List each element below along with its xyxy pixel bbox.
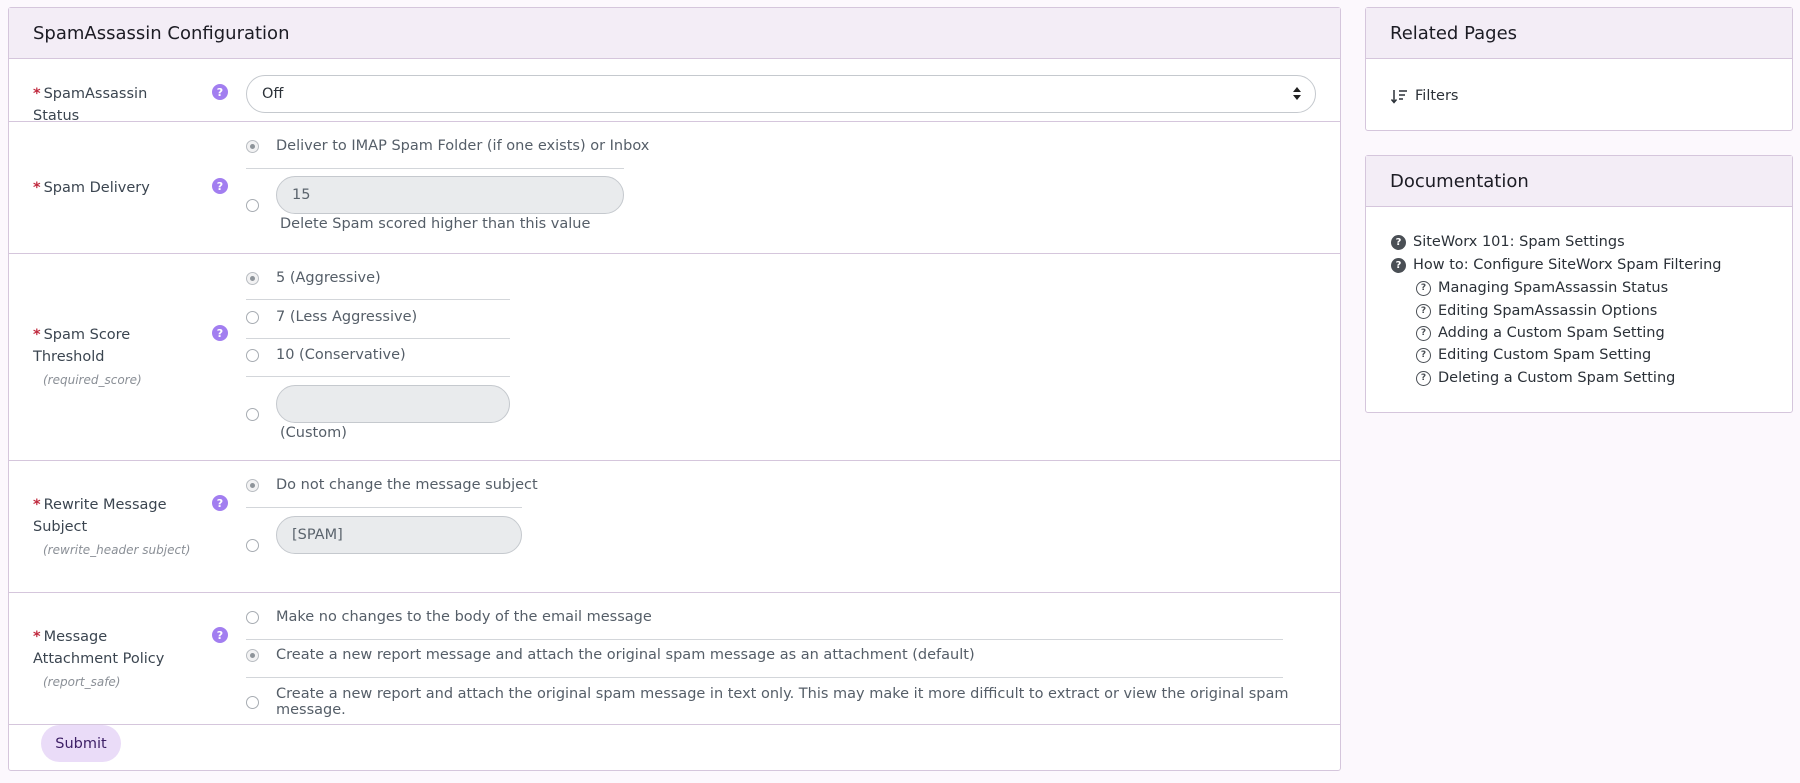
spam-score-row: * Spam Score Threshold (required_score) ? … xyxy=(9,254,1340,461)
related-pages-panel: Related Pages Filters xyxy=(1365,7,1793,131)
delivery-option-deliver-text: Deliver to IMAP Spam Folder (if one exis… xyxy=(276,138,650,154)
filters-link-text: Filters xyxy=(1415,88,1459,104)
radio-button[interactable] xyxy=(246,695,259,709)
spam-delivery-row: * Spam Delivery ? Deliver to IMAP Spam Fo… xyxy=(9,122,1340,254)
related-pages-title: Related Pages xyxy=(1366,8,1792,59)
attachment-option-text: Make no changes to the body of the email… xyxy=(276,609,652,625)
status-select[interactable]: Off xyxy=(246,75,1316,113)
sort-icon xyxy=(1391,89,1407,104)
rewrite-option-no-change[interactable]: Do not change the message subject xyxy=(246,477,538,493)
attachment-policy-row: * Message Attachment Policy (report_safe) … xyxy=(9,593,1340,725)
radio-button[interactable] xyxy=(246,139,259,153)
submit-button[interactable]: Submit xyxy=(41,725,121,762)
doc-sub-link-text: Adding a Custom Spam Setting xyxy=(1438,325,1665,341)
score-option-custom[interactable] xyxy=(246,408,259,421)
option-divider xyxy=(246,677,1283,678)
attachment-policy-label: * Message Attachment Policy (report_safe) xyxy=(33,626,193,691)
option-divider xyxy=(246,507,522,508)
option-divider xyxy=(246,639,1283,640)
attachment-option-no-change[interactable]: Make no changes to the body of the email… xyxy=(246,609,652,625)
attachment-option-text: Create a new report message and attach t… xyxy=(276,647,975,663)
question-circle-outline-icon: ? xyxy=(1416,325,1431,341)
delete-caption: Delete Spam scored higher than this valu… xyxy=(280,216,591,232)
score-option-text: 7 (Less Aggressive) xyxy=(276,309,418,325)
subject-prefix-input[interactable]: [SPAM] xyxy=(276,516,522,554)
doc-sub-link-text: Managing SpamAssassin Status xyxy=(1438,280,1669,296)
question-circle-icon: ? xyxy=(1391,234,1406,250)
attachment-option-report-attach[interactable]: Create a new report message and attach t… xyxy=(246,647,975,663)
rewrite-subject-label-text: Rewrite Message Subject xyxy=(33,497,167,535)
help-icon[interactable]: ? xyxy=(212,627,228,643)
attachment-policy-hint: (report_safe) xyxy=(43,675,121,689)
doc-link-text: How to: Configure SiteWorx Spam Filterin… xyxy=(1413,257,1722,273)
status-label: * SpamAssassin Status xyxy=(33,86,148,124)
panel-title: SpamAssassin Configuration xyxy=(9,8,1340,59)
doc-sub-link[interactable]: ? Adding a Custom Spam Setting xyxy=(1416,325,1665,341)
doc-sub-link[interactable]: ? Managing SpamAssassin Status xyxy=(1416,280,1668,296)
doc-sub-link-text: Deleting a Custom Spam Setting xyxy=(1438,370,1676,386)
status-select-value: Off xyxy=(262,86,284,102)
doc-sub-link-text: Editing SpamAssassin Options xyxy=(1438,303,1658,319)
score-option-aggressive[interactable]: 5 (Aggressive) xyxy=(246,270,381,286)
option-divider xyxy=(246,376,510,377)
radio-button[interactable] xyxy=(246,408,259,421)
question-circle-outline-icon: ? xyxy=(1416,280,1431,296)
help-icon[interactable]: ? xyxy=(212,84,228,100)
help-icon[interactable]: ? xyxy=(212,178,228,194)
select-caret-icon xyxy=(1293,87,1301,101)
rewrite-subject-row: * Rewrite Message Subject (rewrite_header … xyxy=(9,461,1340,593)
status-label-text: SpamAssassin Status xyxy=(33,86,148,124)
score-option-conservative[interactable]: 10 (Conservative) xyxy=(246,347,406,363)
rewrite-option-custom[interactable] xyxy=(246,539,259,552)
documentation-title: Documentation xyxy=(1366,156,1792,207)
radio-button[interactable] xyxy=(246,610,259,624)
question-circle-outline-icon: ? xyxy=(1416,347,1431,363)
help-icon[interactable]: ? xyxy=(212,495,228,511)
spam-delivery-label: * Spam Delivery xyxy=(33,180,150,196)
option-divider xyxy=(246,168,624,169)
doc-sub-link[interactable]: ? Editing SpamAssassin Options xyxy=(1416,303,1657,319)
radio-button[interactable] xyxy=(246,478,259,492)
help-icon[interactable]: ? xyxy=(212,325,228,341)
question-circle-outline-icon: ? xyxy=(1416,370,1431,386)
status-row: * SpamAssassin Status ? Off xyxy=(9,59,1340,124)
doc-link-text: SiteWorx 101: Spam Settings xyxy=(1413,234,1625,250)
doc-sub-link-text: Editing Custom Spam Setting xyxy=(1438,347,1652,363)
custom-score-input[interactable] xyxy=(276,385,510,423)
score-option-less-aggressive[interactable]: 7 (Less Aggressive) xyxy=(246,309,417,325)
option-divider xyxy=(246,338,510,339)
score-option-text: 5 (Aggressive) xyxy=(276,270,381,286)
delivery-option-delete[interactable] xyxy=(246,199,259,212)
delete-threshold-input[interactable]: 15 xyxy=(276,176,624,214)
spam-score-label: * Spam Score Threshold (required_score) xyxy=(33,324,193,389)
rewrite-subject-label: * Rewrite Message Subject (rewrite_header … xyxy=(33,494,193,559)
attachment-option-text-only[interactable]: Create a new report and attach the origi… xyxy=(246,686,1340,718)
doc-link[interactable]: ? How to: Configure SiteWorx Spam Filter… xyxy=(1391,257,1722,273)
radio-button[interactable] xyxy=(246,271,259,285)
radio-button[interactable] xyxy=(246,539,259,552)
rewrite-subject-hint: (rewrite_header subject) xyxy=(43,543,191,557)
question-circle-icon: ? xyxy=(1391,257,1406,273)
question-circle-outline-icon: ? xyxy=(1416,303,1431,319)
doc-sub-link[interactable]: ? Editing Custom Spam Setting xyxy=(1416,347,1651,363)
radio-button[interactable] xyxy=(246,199,259,212)
documentation-panel: Documentation ? SiteWorx 101: Spam Setti… xyxy=(1365,155,1793,413)
doc-link[interactable]: ? SiteWorx 101: Spam Settings xyxy=(1391,234,1625,250)
radio-button[interactable] xyxy=(246,648,259,662)
delivery-option-deliver[interactable]: Deliver to IMAP Spam Folder (if one exis… xyxy=(246,138,649,154)
doc-sub-link[interactable]: ? Deleting a Custom Spam Setting xyxy=(1416,370,1675,386)
score-option-text: 10 (Conservative) xyxy=(276,347,406,363)
custom-caption: (Custom) xyxy=(280,425,347,441)
spam-score-hint: (required_score) xyxy=(43,373,142,387)
radio-button[interactable] xyxy=(246,348,259,362)
option-divider xyxy=(246,299,510,300)
spam-score-label-text: Spam Score Threshold xyxy=(33,327,131,365)
rewrite-option-no-change-text: Do not change the message subject xyxy=(276,477,538,493)
filters-link[interactable]: Filters xyxy=(1391,88,1458,104)
attachment-option-text: Create a new report and attach the origi… xyxy=(276,686,1289,718)
spamassassin-config-panel: SpamAssassin Configuration * SpamAssassin… xyxy=(8,7,1341,771)
spam-delivery-label-text: Spam Delivery xyxy=(43,180,150,196)
attachment-policy-label-text: Message Attachment Policy xyxy=(33,629,165,667)
radio-button[interactable] xyxy=(246,310,259,324)
